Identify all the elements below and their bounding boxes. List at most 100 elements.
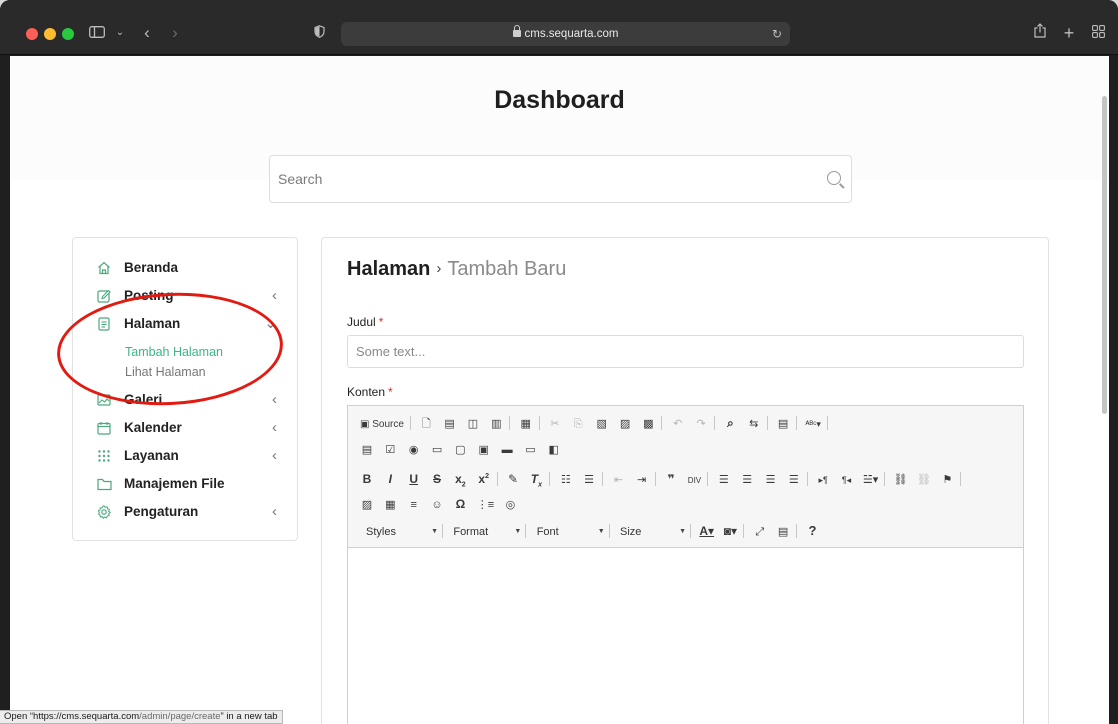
sidebar-item-layanan[interactable]: Layanan ‹ xyxy=(97,446,277,466)
outdent-icon[interactable]: ⇤ xyxy=(611,472,625,488)
image-icon[interactable]: ▨ xyxy=(360,497,374,513)
paste-word-icon[interactable]: ▩ xyxy=(641,416,655,432)
strike-button[interactable]: S xyxy=(430,471,444,487)
chevron-left-icon[interactable]: ‹ xyxy=(272,390,277,410)
iframe-icon[interactable]: ◎ xyxy=(503,497,517,513)
cut-icon[interactable]: ✂ xyxy=(548,416,562,432)
spellcheck-icon[interactable]: ᴬᴮᶜ▾ xyxy=(805,416,821,432)
bold-button[interactable]: B xyxy=(360,471,374,487)
size-label: Size xyxy=(620,526,642,538)
font-dropdown[interactable]: Font ▼ xyxy=(535,524,609,540)
special-char-icon[interactable]: Ω xyxy=(453,496,467,512)
source-button[interactable]: ▣ Source xyxy=(360,417,404,433)
ltr-icon[interactable]: ▸¶ xyxy=(816,472,830,488)
size-dropdown[interactable]: Size ▼ xyxy=(618,524,690,540)
remove-format-icon[interactable]: Tx xyxy=(529,471,543,488)
redo-icon[interactable]: ↷ xyxy=(694,416,708,432)
bulleted-list-icon[interactable]: ☰ xyxy=(582,472,596,488)
shield-icon[interactable] xyxy=(312,22,326,44)
unlink-icon[interactable]: ⛓ xyxy=(917,472,931,488)
search-icon[interactable] xyxy=(827,171,841,185)
sidebar-item-manajemen-file[interactable]: Manajemen File xyxy=(97,474,277,494)
align-left-icon[interactable]: ☰ xyxy=(717,472,731,488)
replace-icon[interactable]: ⇆ xyxy=(747,416,761,432)
paste-icon[interactable]: ▧ xyxy=(595,416,609,432)
find-icon[interactable]: ⌕ xyxy=(723,415,737,431)
italic-button[interactable]: I xyxy=(383,471,397,487)
bg-color-icon[interactable]: ◙▾ xyxy=(723,523,737,539)
numbered-list-icon[interactable]: ☷ xyxy=(559,472,573,488)
image-button-icon[interactable]: ▭ xyxy=(523,442,537,458)
export-pdf-icon[interactable]: ▤ xyxy=(443,416,457,432)
button-field-icon[interactable]: ▬ xyxy=(500,442,514,458)
blockquote-icon[interactable]: ❞ xyxy=(664,471,678,487)
radio-icon[interactable]: ◉ xyxy=(407,442,421,458)
table-icon[interactable]: ▦ xyxy=(383,497,397,513)
sidebar-toggle-icon[interactable] xyxy=(88,22,106,44)
styles-dropdown[interactable]: Styles ▼ xyxy=(364,524,442,540)
address-bar[interactable]: cms.sequarta.com ↻ xyxy=(341,22,790,46)
reload-icon[interactable]: ↻ xyxy=(772,22,782,46)
judul-field[interactable] xyxy=(347,335,1024,368)
page-break-icon[interactable]: ⋮≡ xyxy=(477,497,494,513)
back-icon[interactable]: ‹ xyxy=(140,22,154,44)
select-field-icon[interactable]: ▣ xyxy=(477,442,491,458)
hidden-field-icon[interactable]: ◧ xyxy=(547,442,561,458)
close-window-button[interactable] xyxy=(26,28,38,40)
checkbox-icon[interactable]: ☑ xyxy=(383,442,397,458)
zoom-window-button[interactable] xyxy=(62,28,74,40)
search-box[interactable] xyxy=(269,155,852,203)
judul-input[interactable] xyxy=(348,336,1023,367)
rtl-icon[interactable]: ¶◂ xyxy=(840,472,854,488)
print-icon[interactable]: ▥ xyxy=(489,416,503,432)
align-right-icon[interactable]: ☰ xyxy=(764,472,778,488)
smiley-icon[interactable]: ☺ xyxy=(430,497,444,513)
share-icon[interactable] xyxy=(1032,22,1048,44)
new-tab-icon[interactable]: + xyxy=(1061,22,1077,44)
link-icon[interactable]: ⛓ xyxy=(894,472,908,488)
align-justify-icon[interactable]: ☰ xyxy=(787,472,801,488)
chevron-left-icon[interactable]: ‹ xyxy=(272,502,277,522)
dropdown-arrow-icon: ▼ xyxy=(679,528,687,535)
chevron-down-icon[interactable]: ⌄ xyxy=(114,22,126,44)
subscript-button[interactable]: x2 xyxy=(453,471,467,488)
paste-text-icon[interactable]: ▨ xyxy=(618,416,632,432)
chevron-left-icon[interactable]: ‹ xyxy=(272,446,277,466)
indent-icon[interactable]: ⇥ xyxy=(635,472,649,488)
preview-icon[interactable]: ◫ xyxy=(466,416,480,432)
forward-icon[interactable]: › xyxy=(168,22,182,44)
tab-overview-icon[interactable] xyxy=(1090,22,1106,44)
minimize-window-button[interactable] xyxy=(44,28,56,40)
copy-format-icon[interactable]: ✎ xyxy=(506,471,520,487)
textarea-icon[interactable]: ▢ xyxy=(453,442,467,458)
form-icon[interactable]: ▤ xyxy=(360,442,374,458)
select-all-icon[interactable]: ▤ xyxy=(776,416,790,432)
page-scrollbar[interactable] xyxy=(1099,96,1109,414)
templates-icon[interactable]: ▦ xyxy=(519,416,533,432)
chevron-left-icon[interactable]: ‹ xyxy=(272,418,277,438)
show-blocks-icon[interactable]: ▤ xyxy=(776,524,790,540)
new-page-icon[interactable]: 🗋 xyxy=(419,416,433,432)
chevron-left-icon[interactable]: ‹ xyxy=(272,286,277,306)
scrollbar-thumb[interactable] xyxy=(1102,96,1107,414)
maximize-icon[interactable]: ⤢ xyxy=(753,524,767,540)
format-dropdown[interactable]: Format ▼ xyxy=(451,524,525,540)
div-container-icon[interactable]: DIV xyxy=(687,473,701,489)
editor-content-area[interactable] xyxy=(348,549,1023,724)
sidebar-item-beranda[interactable]: Beranda xyxy=(97,258,277,278)
horizontal-line-icon[interactable]: ≡ xyxy=(407,497,421,513)
anchor-flag-icon[interactable]: ⚑ xyxy=(940,472,954,488)
sidebar-item-kalender[interactable]: Kalender ‹ xyxy=(97,418,277,438)
text-field-icon[interactable]: ▭ xyxy=(430,442,444,458)
undo-icon[interactable]: ↶ xyxy=(671,416,685,432)
superscript-button[interactable]: x2 xyxy=(477,469,491,486)
sidebar-item-pengaturan[interactable]: Pengaturan ‹ xyxy=(97,502,277,522)
align-center-icon[interactable]: ☰ xyxy=(740,472,754,488)
breadcrumb-root[interactable]: Halaman xyxy=(347,258,430,280)
underline-button[interactable]: U xyxy=(407,471,421,487)
search-input[interactable] xyxy=(278,156,808,202)
text-color-icon[interactable]: A▾ xyxy=(699,523,714,539)
language-icon[interactable]: ☱▾ xyxy=(863,472,878,488)
copy-icon[interactable]: ⎘ xyxy=(571,416,585,432)
help-icon[interactable]: ? xyxy=(805,523,819,539)
